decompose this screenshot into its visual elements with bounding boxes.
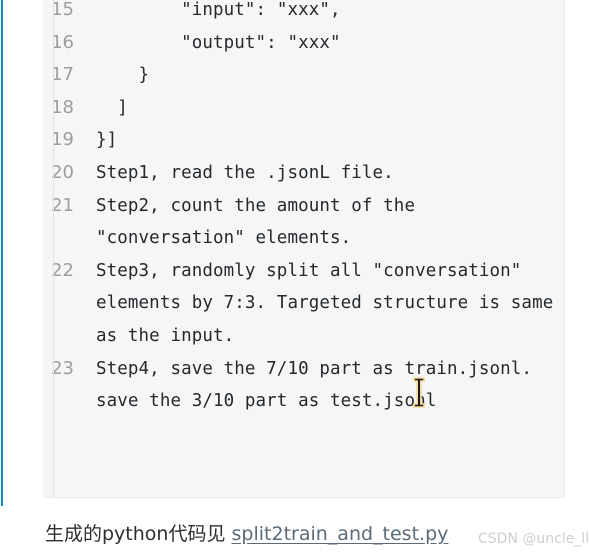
line-number: 19	[51, 129, 74, 151]
line-content[interactable]: "input": "xxx",	[85, 0, 564, 27]
line-content[interactable]: Step1, read the .jsonL file.	[85, 157, 564, 190]
caption-prefix-text: 生成的python代码见	[45, 523, 232, 545]
code-line-row[interactable]: 16 "output": "xxx"	[43, 27, 564, 60]
code-line-row[interactable]: 22 Step3, randomly split all "conversatio…	[43, 255, 564, 353]
left-accent-rail	[1, 0, 3, 506]
line-number: 18	[51, 96, 74, 118]
line-number: 20	[51, 161, 74, 183]
line-content[interactable]: }]	[85, 124, 564, 157]
code-line-row[interactable]: 23 Step4, save the 7/10 part as train.jso…	[43, 353, 564, 418]
caption-paragraph: 生成的python代码见 split2train_and_test.py	[45, 521, 448, 548]
code-block[interactable]: 15 "input": "xxx", 16 "output": "xxx" 17 }…	[43, 0, 565, 498]
line-content[interactable]: "output": "xxx"	[85, 27, 564, 60]
code-line-row[interactable]: 18 ]	[43, 92, 564, 125]
line-number: 21	[51, 194, 74, 216]
line-number: 22	[51, 259, 74, 281]
line-number: 16	[51, 31, 74, 53]
code-line-row[interactable]: 15 "input": "xxx",	[43, 0, 564, 27]
line-content[interactable]: }	[85, 59, 564, 92]
code-line-row[interactable]: 17 }	[43, 59, 564, 92]
csdn-watermark: CSDN @uncle_ll	[478, 531, 590, 547]
line-content[interactable]: Step4, save the 7/10 part as train.jsonl…	[85, 353, 564, 418]
code-line-row[interactable]: 21 Step2, count the amount of the "conver…	[43, 190, 564, 255]
line-content[interactable]: Step3, randomly split all "conversation"…	[85, 255, 564, 353]
code-lines-list: 15 "input": "xxx", 16 "output": "xxx" 17 }…	[43, 0, 564, 418]
line-content[interactable]: ]	[85, 92, 564, 125]
line-content[interactable]: Step2, count the amount of the "conversa…	[85, 190, 564, 255]
code-line-row[interactable]: 19}]	[43, 124, 564, 157]
split2train-and-test-py-link[interactable]: split2train_and_test.py	[232, 523, 449, 545]
code-line-row[interactable]: 20 Step1, read the .jsonL file.	[43, 157, 564, 190]
line-number: 15	[51, 0, 74, 20]
gutter-divider	[53, 0, 54, 498]
line-number: 23	[51, 357, 74, 379]
line-number: 17	[51, 64, 74, 86]
